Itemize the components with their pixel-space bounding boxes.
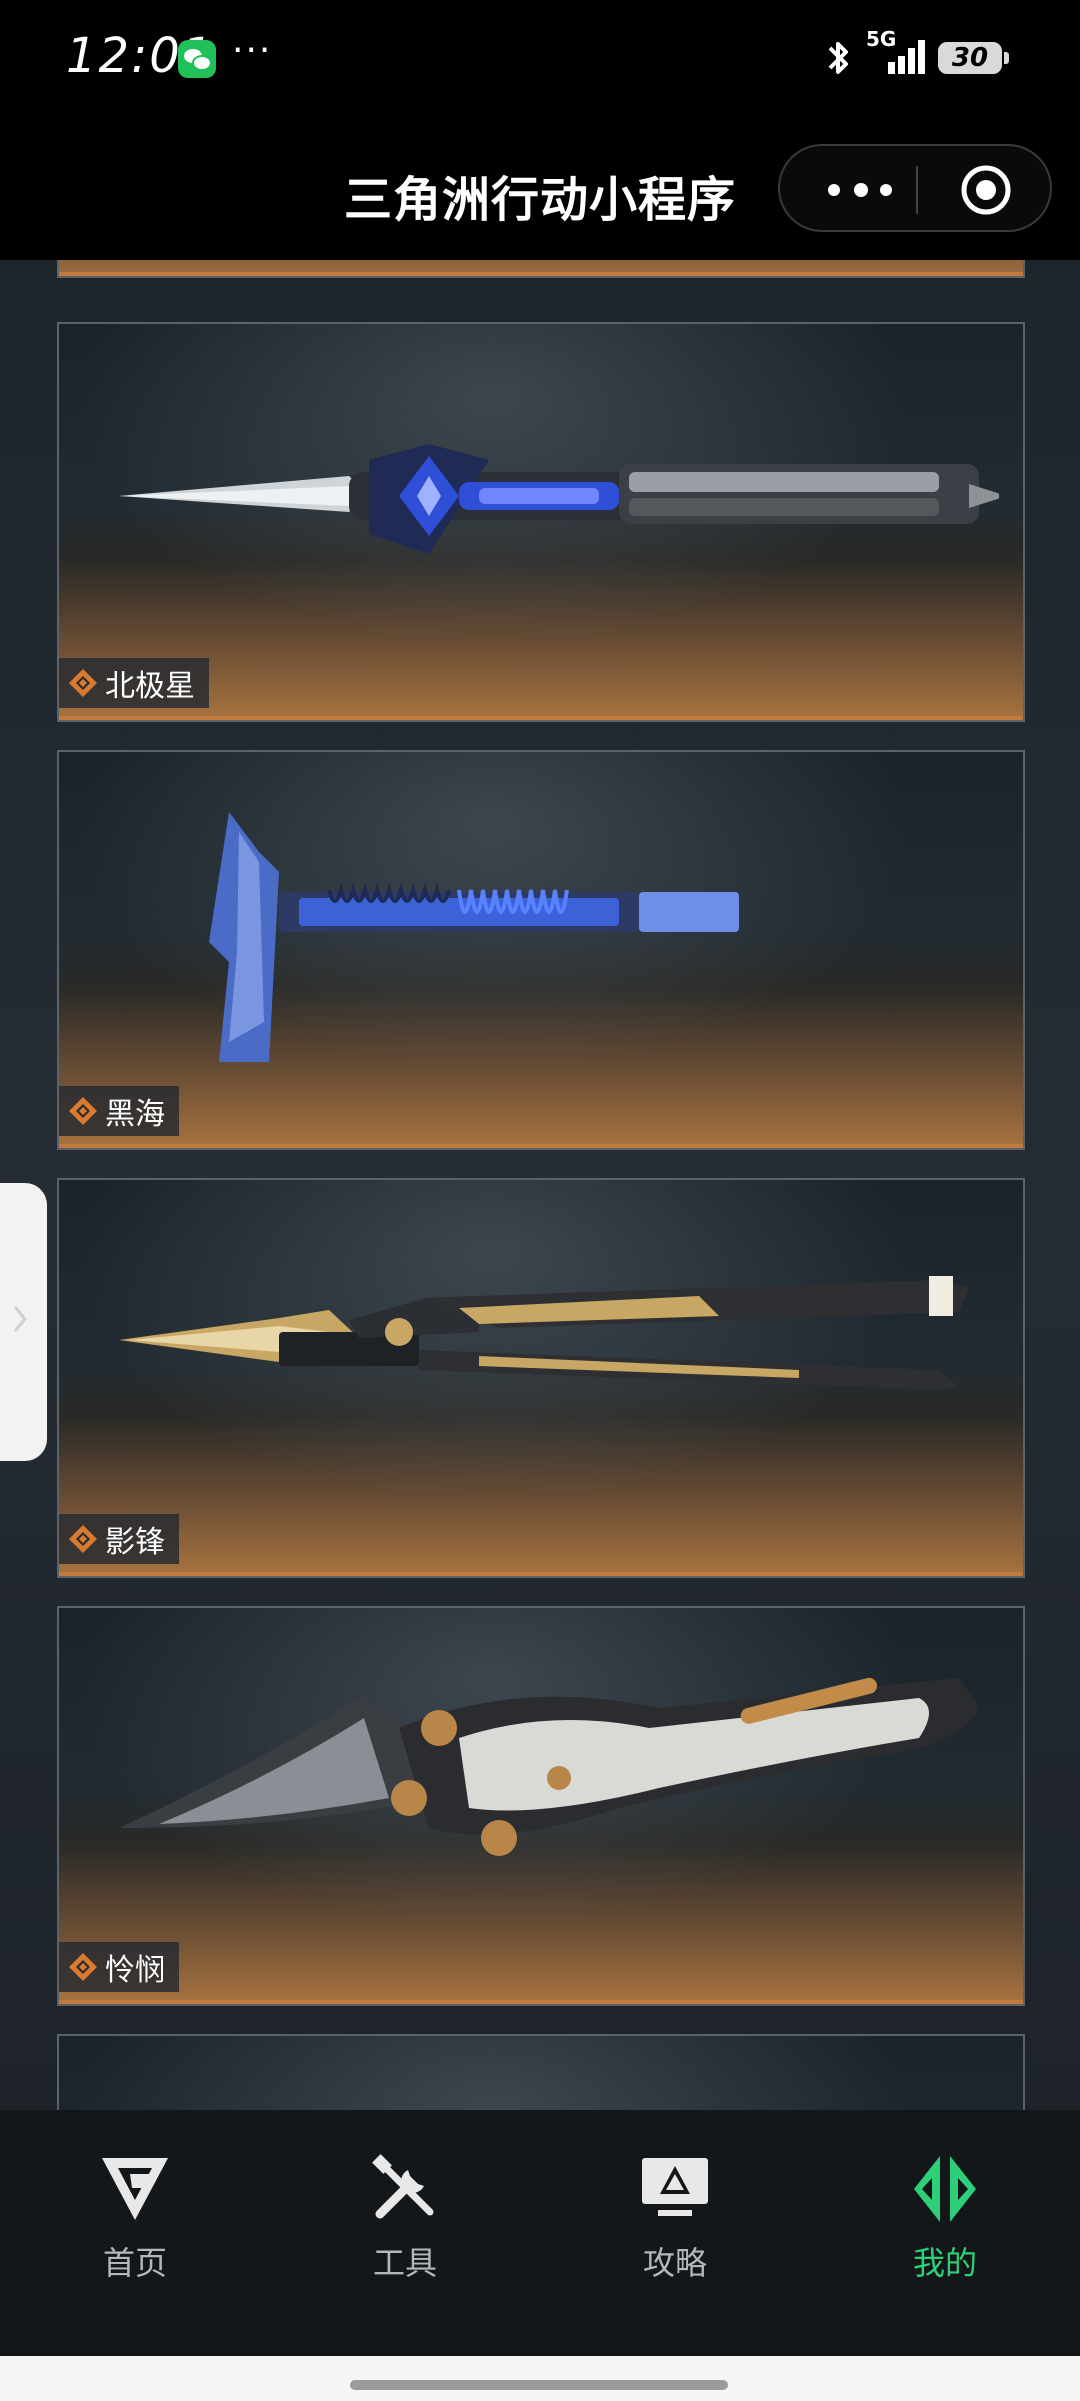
skin-name: 怜悯 bbox=[105, 1953, 165, 1988]
tab-tools[interactable]: 工具 bbox=[270, 2110, 540, 2282]
skin-name-tag: 黑海 bbox=[59, 1086, 179, 1136]
rarity-diamond-icon bbox=[69, 669, 97, 697]
tab-label: 首页 bbox=[102, 2244, 167, 2282]
skin-list[interactable]: 北极星 黑海 影锋 怜悯 bbox=[0, 260, 1080, 2110]
tools-icon bbox=[372, 2154, 434, 2219]
axe-image bbox=[209, 812, 739, 1062]
tab-label: 我的 bbox=[912, 2244, 977, 2282]
skin-name-tag: 北极星 bbox=[59, 658, 209, 708]
status-more-indicator: ··· bbox=[232, 30, 273, 71]
capsule-menu bbox=[778, 144, 1052, 232]
mini-program-nav-bar: 三角洲行动小程序 bbox=[0, 118, 1080, 260]
tab-label: 攻略 bbox=[642, 2244, 707, 2282]
profile-logo-icon bbox=[914, 2156, 976, 2222]
chevron-right-icon bbox=[13, 1306, 27, 1332]
tab-profile[interactable]: 我的 bbox=[810, 2110, 1080, 2282]
rarity-diamond-icon bbox=[69, 1953, 97, 1981]
home-indicator[interactable] bbox=[350, 2380, 728, 2390]
status-bar: 12:01 ··· 5G 30 bbox=[0, 0, 1080, 118]
rarity-diamond-icon bbox=[69, 1097, 97, 1125]
karambit-knife-image bbox=[119, 1677, 979, 1856]
skin-card[interactable]: 黑海 bbox=[57, 750, 1025, 1150]
skin-name: 北极星 bbox=[105, 669, 195, 704]
knife-image bbox=[119, 444, 999, 554]
more-options-button[interactable] bbox=[820, 170, 900, 210]
skin-name: 黑海 bbox=[105, 1097, 165, 1132]
battery-icon: 30 bbox=[938, 42, 1002, 74]
bottom-tab-bar: 首页 工具 攻略 我的 bbox=[0, 2110, 1080, 2356]
delta-logo-icon bbox=[102, 2158, 168, 2220]
rarity-diamond-icon bbox=[69, 1525, 97, 1553]
skin-name-tag: 影锋 bbox=[59, 1514, 179, 1564]
skin-name-tag: 怜悯 bbox=[59, 1942, 179, 1992]
capsule-divider bbox=[916, 166, 918, 214]
butterfly-knife-image bbox=[119, 1276, 969, 1390]
skin-card[interactable]: 怜悯 bbox=[57, 1606, 1025, 2006]
battery-level: 30 bbox=[951, 43, 989, 73]
close-mini-program-button[interactable] bbox=[960, 164, 1012, 216]
guide-monitor-icon bbox=[642, 2158, 708, 2216]
battery-tip bbox=[1004, 52, 1009, 64]
tab-home[interactable]: 首页 bbox=[0, 2110, 270, 2282]
side-float-handle[interactable] bbox=[0, 1183, 47, 1461]
tab-label: 工具 bbox=[372, 2244, 437, 2282]
skin-card[interactable]: 北极星 bbox=[57, 322, 1025, 722]
wechat-icon bbox=[178, 40, 216, 78]
skin-card-partial[interactable] bbox=[57, 2034, 1025, 2110]
skin-card[interactable]: 影锋 bbox=[57, 1178, 1025, 1578]
bluetooth-icon bbox=[828, 42, 848, 74]
home-indicator-area bbox=[0, 2356, 1080, 2401]
tab-guide[interactable]: 攻略 bbox=[540, 2110, 810, 2282]
skin-name: 影锋 bbox=[105, 1525, 165, 1560]
skin-card-partial[interactable] bbox=[57, 260, 1025, 278]
signal-strength-icon bbox=[888, 40, 925, 74]
